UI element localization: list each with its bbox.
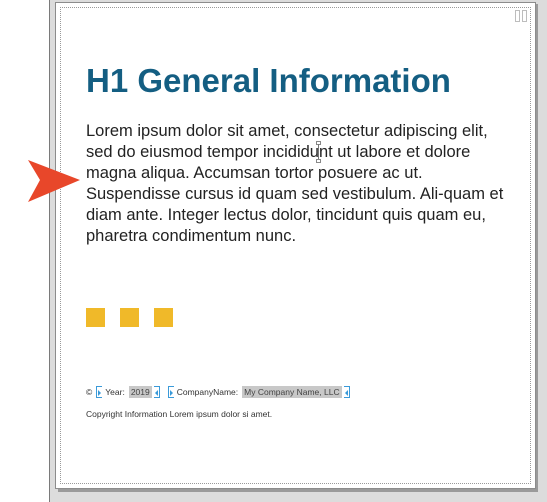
decorative-square	[120, 308, 139, 327]
variable-end-tag-icon[interactable]	[343, 386, 350, 398]
variable-start-tag-icon[interactable]	[96, 386, 103, 398]
copyright-symbol: ©	[86, 387, 93, 397]
body-paragraph[interactable]: Lorem ipsum dolor sit amet, consectetur …	[86, 121, 506, 247]
variable-end-tag-icon[interactable]	[153, 386, 160, 398]
decorative-squares	[86, 308, 173, 327]
arrow-right-icon	[28, 160, 80, 202]
text-cursor-handle[interactable]	[316, 141, 322, 163]
year-variable[interactable]: 2019	[128, 386, 152, 398]
copyright-text: Copyright Information Lorem ipsum dolor …	[86, 409, 273, 419]
page-corner-icon	[515, 10, 527, 22]
company-name-label: CompanyName:	[176, 387, 239, 397]
decorative-square	[154, 308, 173, 327]
variable-start-tag-icon[interactable]	[167, 386, 174, 398]
company-name-variable[interactable]: My Company Name, LLC	[242, 386, 342, 398]
footer-variables: © Year: 2019 CompanyName: My Company Nam…	[86, 384, 354, 400]
decorative-square	[86, 308, 105, 327]
page-heading[interactable]: H1 General Information	[86, 62, 451, 100]
year-label: Year:	[105, 387, 125, 397]
